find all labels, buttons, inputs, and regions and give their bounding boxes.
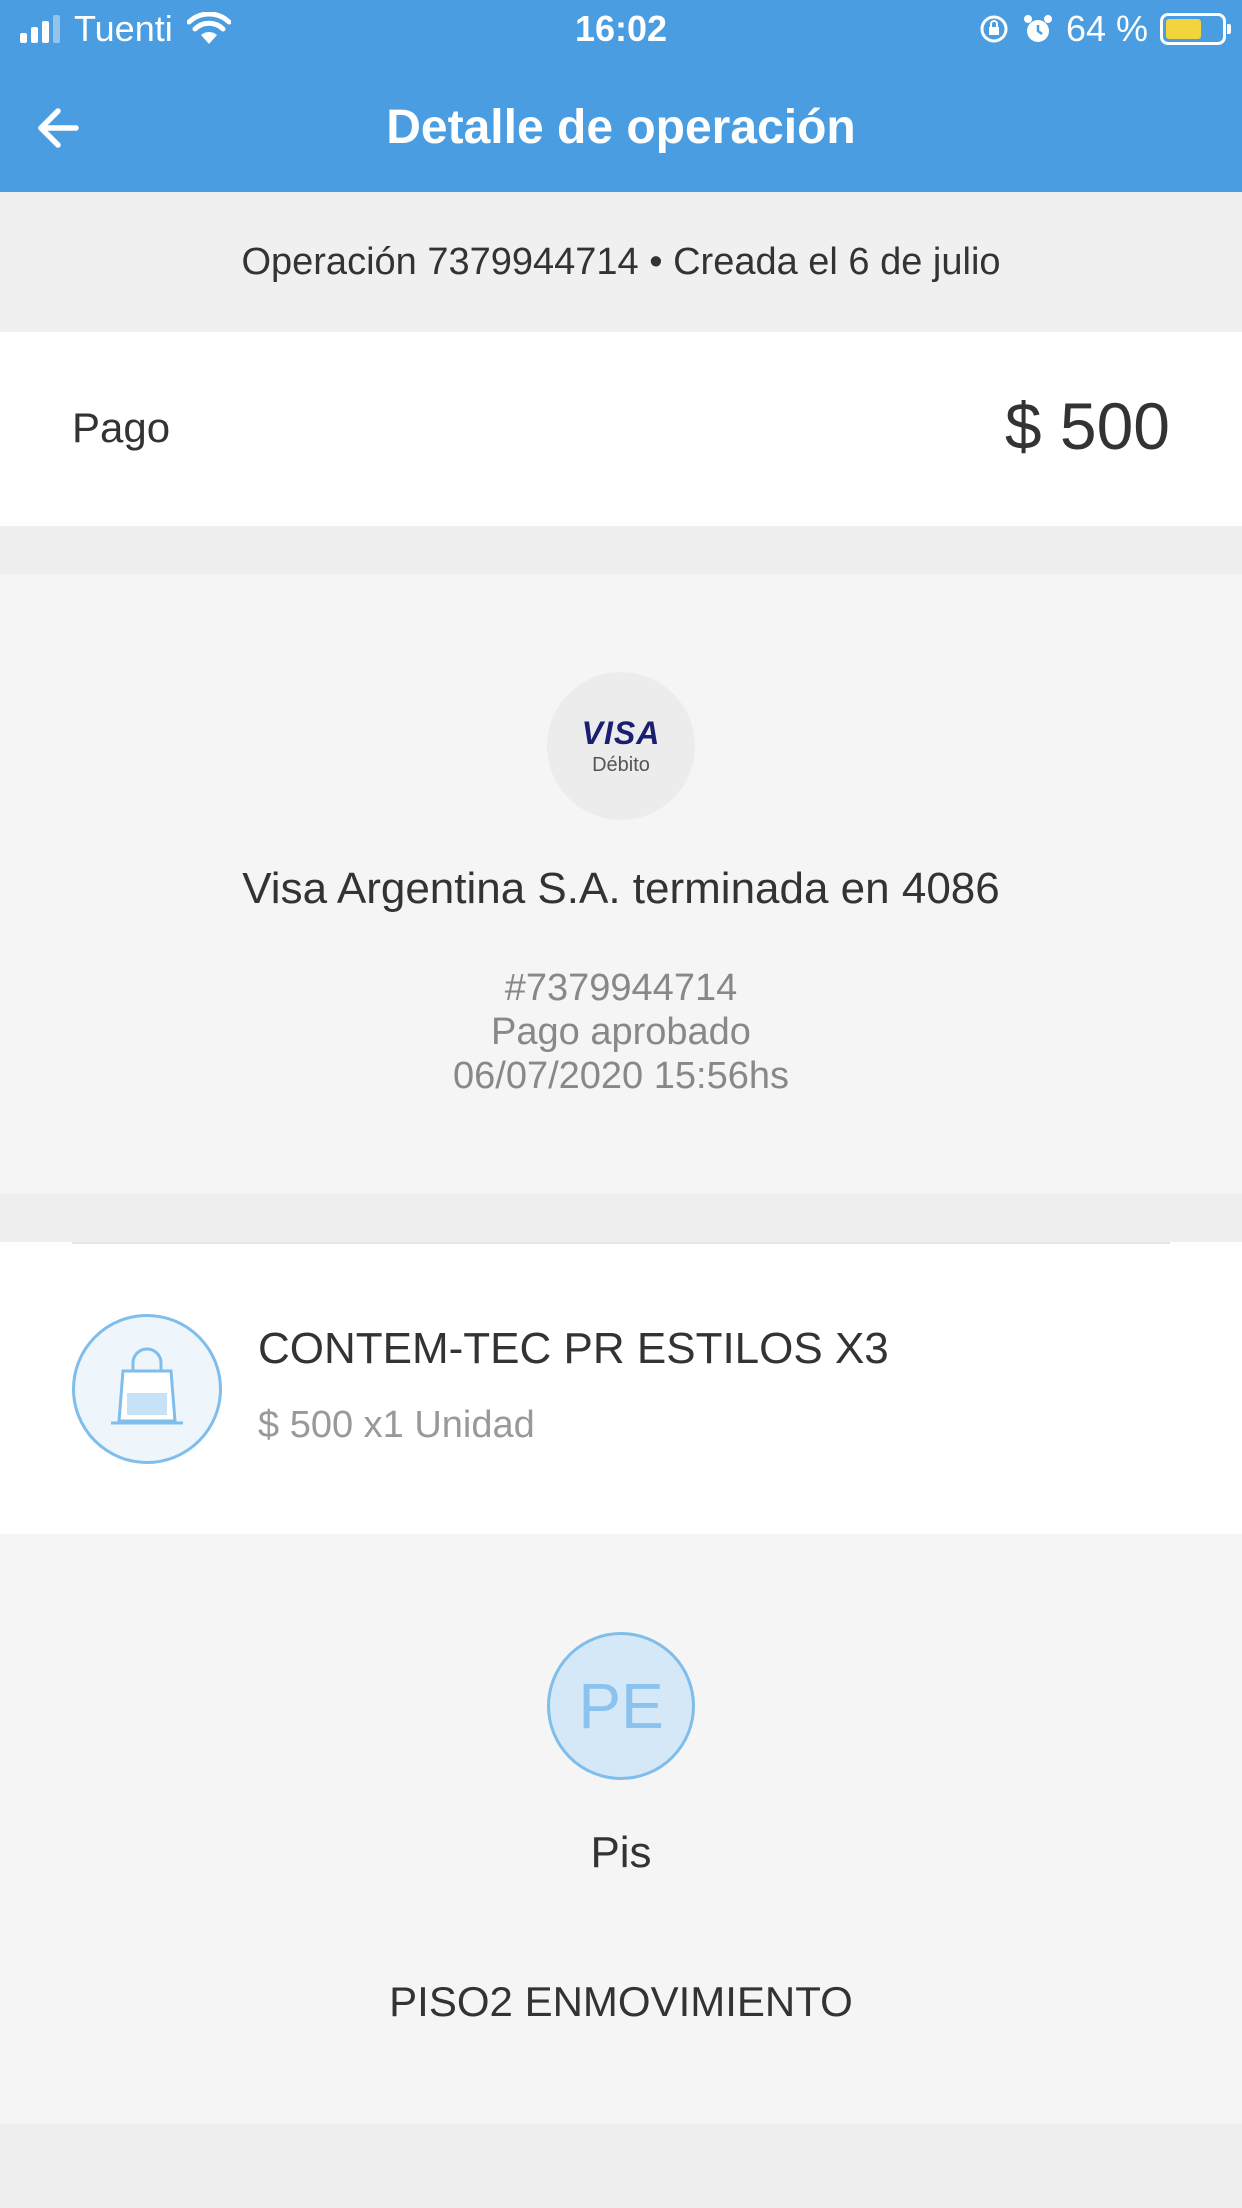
item-price: $ 500 x1 Unidad <box>258 1404 535 1446</box>
payment-label: Pago <box>72 404 171 451</box>
card-brand-sub: Débito <box>592 754 650 776</box>
seller-name: Pis <box>590 1828 652 1877</box>
page-title: Detalle de operación <box>386 101 856 154</box>
rotation-lock-icon <box>980 15 1008 43</box>
payment-reference: #7379944714 <box>504 967 738 1009</box>
card-brand: VISA <box>581 715 661 751</box>
payment-meta: #7379944714 Pago aprobado 06/07/2020 15:… <box>0 966 1242 1098</box>
payment-row: Pago $ 500 <box>0 332 1242 526</box>
store-name: PISO2 ENMOVIMIENTO <box>389 1978 853 2025</box>
seller-section: PE Pis PISO2 ENMOVIMIENTO <box>0 1534 1242 2124</box>
card-issuer: Visa Argentina S.A. terminada en 4086 <box>242 864 1000 913</box>
avatar: PE <box>547 1632 695 1780</box>
item-name: CONTEM-TEC PR ESTILOS X3 <box>258 1324 889 1373</box>
visa-debit-logo: VISA Débito <box>547 672 695 820</box>
payment-amount: $ 500 <box>1004 389 1170 463</box>
payment-datetime: 06/07/2020 15:56hs <box>453 1055 789 1097</box>
status-bar: Tuenti 16:02 64 % <box>0 0 1242 62</box>
app-bar: Detalle de operación <box>0 62 1242 192</box>
battery-percent: 64 % <box>1065 8 1148 49</box>
operation-header: Operación 7379944714 • Creada el 6 de ju… <box>0 192 1242 332</box>
alarm-icon <box>1023 15 1052 42</box>
purchased-item[interactable]: CONTEM-TEC PR ESTILOS X3 $ 500 x1 Unidad <box>0 1242 1242 1534</box>
payment-status: Pago aprobado <box>491 1011 751 1053</box>
battery-icon <box>1160 13 1231 45</box>
card-section: VISA Débito Visa Argentina S.A. terminad… <box>0 574 1242 1194</box>
status-right: 64 % <box>978 8 1231 50</box>
divider <box>72 1242 1170 1244</box>
shopping-bag-icon <box>72 1314 222 1464</box>
